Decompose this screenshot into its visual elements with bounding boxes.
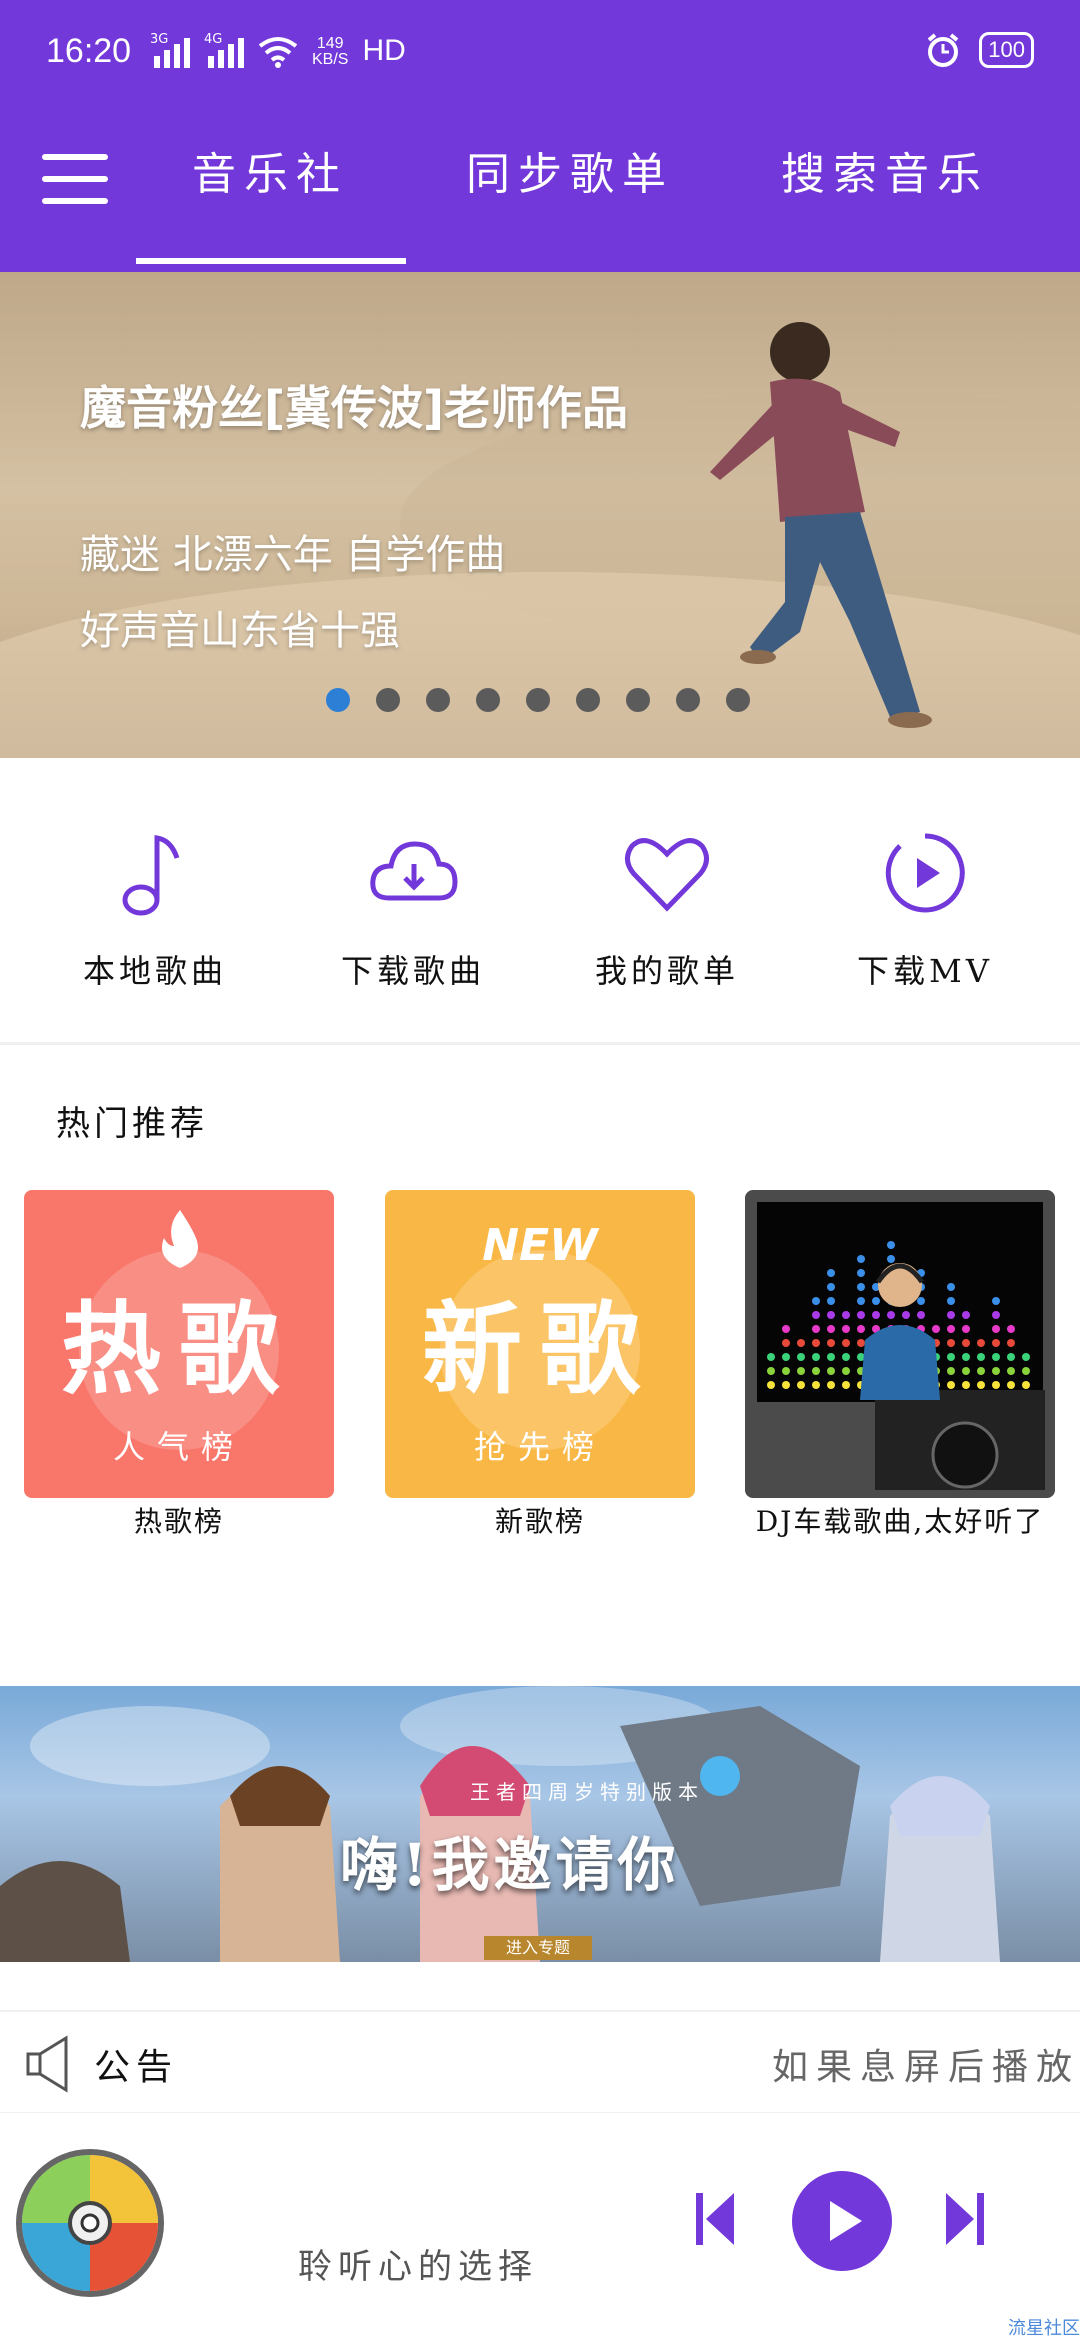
tab-search-music[interactable]: 搜索音乐 — [745, 140, 1025, 272]
card-sub-word: 人气榜 — [112, 1428, 245, 1466]
hot-songs-card[interactable]: 热歌 人气榜 — [24, 1190, 334, 1498]
ad-enter-button[interactable]: 进入专题 — [484, 1936, 592, 1960]
dj-equalizer-image — [757, 1202, 1045, 1490]
ad-subtitle: 王者四周岁特别版本 — [470, 1780, 704, 1804]
carousel-dot[interactable] — [576, 688, 600, 712]
status-right: 100 — [925, 32, 1034, 68]
next-icon[interactable] — [944, 2191, 986, 2247]
tab-indicator — [136, 258, 406, 264]
ad-title: 嗨!我邀请你 — [340, 1831, 680, 1899]
carousel-dot[interactable] — [376, 688, 400, 712]
download-mv-button[interactable]: 下载MV — [810, 828, 1040, 992]
section-divider — [0, 1042, 1080, 1045]
carousel-dot[interactable] — [726, 688, 750, 712]
card-big-word: 新歌 — [422, 1291, 658, 1408]
card-caption: 新歌榜 — [494, 1505, 585, 1538]
new-badge: NEW — [482, 1220, 598, 1271]
notice-text: 如果息屏后播放音 — [772, 2047, 1080, 2088]
dj-songs-card[interactable] — [745, 1190, 1055, 1498]
carousel-dots — [326, 688, 750, 712]
action-label: 我的歌单 — [594, 952, 739, 990]
banner-person-image — [710, 322, 932, 728]
heart-icon — [625, 838, 709, 912]
my-playlist-button[interactable]: 我的歌单 — [552, 828, 782, 992]
hot-section-title: 热门推荐 — [56, 1104, 208, 1144]
app-header: 16:20 3G 4G 149 KB/S HD 100 音乐社 同步歌单 搜索音… — [0, 0, 1080, 272]
status-time: 16:20 — [46, 32, 132, 70]
battery-indicator: 100 — [979, 32, 1034, 68]
card-caption: 热歌榜 — [133, 1505, 224, 1538]
cloud-download-icon — [370, 841, 458, 901]
alarm-icon — [928, 33, 959, 67]
top-tabs: 音乐社 同步歌单 搜索音乐 — [130, 140, 1080, 272]
action-label: 下载MV — [857, 952, 993, 990]
signal-4g-icon: 4G — [204, 32, 244, 68]
carousel-dot[interactable] — [626, 688, 650, 712]
play-circle-icon — [885, 833, 965, 913]
new-songs-card[interactable]: NEW 新歌 抢先榜 — [385, 1190, 695, 1498]
mini-player: 聆听心的选择 流星社区 — [0, 2113, 1080, 2340]
net-type-label: 4G — [204, 32, 223, 47]
net-type-label: 3G — [150, 32, 169, 47]
hd-indicator: HD — [362, 34, 406, 67]
carousel-dot[interactable] — [526, 688, 550, 712]
action-label: 下载歌曲 — [340, 952, 485, 990]
net-speed-value: 149 — [316, 35, 344, 52]
notice-bar[interactable]: 公告 如果息屏后播放音 — [0, 2010, 1080, 2115]
fire-icon — [162, 1210, 198, 1268]
status-bar: 16:20 3G 4G 149 KB/S HD 100 — [0, 0, 1080, 110]
banner-title: 魔音粉丝[冀传波]老师作品 — [80, 381, 629, 435]
banner-line-1: 藏迷 北漂六年 自学作曲 — [80, 532, 506, 578]
download-songs-button[interactable]: 下载歌曲 — [298, 828, 528, 992]
net-speed-unit: KB/S — [312, 51, 349, 68]
play-button[interactable] — [792, 2171, 892, 2271]
menu-icon[interactable] — [42, 154, 108, 212]
net-speed: 149 KB/S — [312, 36, 348, 68]
music-note-icon — [122, 835, 180, 916]
carousel-dot[interactable] — [426, 688, 450, 712]
carousel-dot[interactable] — [326, 688, 350, 712]
watermark-text: 流星社区 — [1008, 2318, 1080, 2339]
banner-line-2: 好声音山东省十强 — [80, 608, 400, 654]
card-big-word: 热歌 — [61, 1291, 297, 1408]
quick-actions: 本地歌曲 下载歌曲 我的歌单 下载MV — [0, 758, 1080, 1044]
action-label: 本地歌曲 — [82, 952, 227, 990]
signal-3g-icon: 3G — [150, 32, 190, 68]
tab-sync-playlist[interactable]: 同步歌单 — [430, 140, 710, 272]
tab-music-club[interactable]: 音乐社 — [130, 140, 410, 272]
album-disc-icon[interactable] — [14, 2147, 166, 2299]
card-caption: DJ车载歌曲,太好听了 — [755, 1505, 1045, 1538]
megaphone-icon — [26, 2035, 68, 2093]
play-icon — [830, 2201, 862, 2241]
carousel-dot[interactable] — [676, 688, 700, 712]
wifi-icon — [258, 37, 298, 68]
game-ad-banner[interactable]: 王者四周岁特别版本 嗨!我邀请你 进入专题 — [0, 1686, 1080, 1962]
notice-label: 公告 — [94, 2047, 179, 2088]
carousel-dot[interactable] — [476, 688, 500, 712]
previous-icon[interactable] — [694, 2191, 736, 2247]
card-sub-word: 抢先榜 — [473, 1428, 606, 1466]
banner-carousel[interactable]: 魔音粉丝[冀传波]老师作品 藏迷 北漂六年 自学作曲 好声音山东省十强 — [0, 272, 1080, 758]
status-icons: 3G 4G 149 KB/S HD — [150, 32, 406, 68]
player-song-text: 聆听心的选择 — [298, 2247, 538, 2287]
local-songs-button[interactable]: 本地歌曲 — [40, 828, 270, 992]
